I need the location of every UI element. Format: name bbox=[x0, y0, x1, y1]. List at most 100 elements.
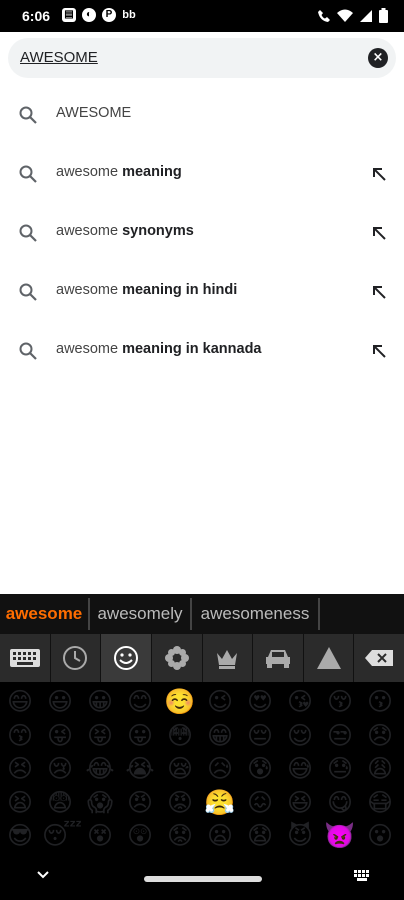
suggestion-item[interactable]: awesome meaning in hindi bbox=[0, 263, 404, 321]
emoji-key[interactable]: 😙 bbox=[2, 718, 38, 754]
emoji-key[interactable]: 😒 bbox=[322, 718, 358, 754]
search-input[interactable]: AWESOME bbox=[20, 49, 98, 66]
search-icon bbox=[19, 283, 37, 301]
tab-nature[interactable] bbox=[151, 634, 203, 682]
call-icon bbox=[318, 9, 330, 22]
emoji-key[interactable]: 👿 bbox=[322, 818, 358, 850]
tab-smileys[interactable] bbox=[101, 634, 152, 682]
emoji-keyboard: awesome awesomely awesomeness 😄 😃 😀 😊 ☺️… bbox=[0, 594, 404, 900]
pinterest-icon: P bbox=[102, 8, 116, 22]
car-icon bbox=[265, 650, 290, 668]
emoji-key[interactable]: 😩 bbox=[362, 751, 398, 787]
flower-icon bbox=[164, 646, 189, 670]
word-suggestion[interactable]: awesome bbox=[0, 594, 88, 634]
smiley-icon bbox=[114, 646, 139, 670]
emoji-key[interactable]: 😥 bbox=[202, 751, 238, 787]
backspace-button[interactable] bbox=[354, 634, 404, 682]
emoji-key[interactable]: 😍 bbox=[242, 684, 278, 720]
tab-objects[interactable] bbox=[202, 634, 254, 682]
emoji-category-tabs bbox=[0, 634, 404, 682]
tab-keyboard[interactable] bbox=[0, 634, 51, 682]
emoji-key[interactable]: 😂 bbox=[82, 751, 118, 787]
emoji-key[interactable]: 😤 bbox=[202, 785, 238, 821]
suggestion-item[interactable]: awesome meaning bbox=[0, 145, 404, 203]
emoji-key[interactable]: 😚 bbox=[322, 684, 358, 720]
emoji-key[interactable]: 😢 bbox=[42, 751, 78, 787]
emoji-key[interactable]: 😞 bbox=[362, 718, 398, 754]
emoji-key[interactable]: 😠 bbox=[122, 785, 158, 821]
emoji-key[interactable]: 😨 bbox=[42, 785, 78, 821]
emoji-key[interactable]: 😴 bbox=[42, 818, 82, 850]
suggestion-text: awesome meaning in kannada bbox=[56, 341, 262, 357]
word-suggestion-strip: awesome awesomely awesomeness bbox=[0, 594, 404, 634]
status-notification-icons: ▤ ◐ P bb bbox=[62, 8, 136, 22]
word-suggestion[interactable]: awesomeness bbox=[192, 594, 318, 634]
emoji-key[interactable]: 😖 bbox=[242, 785, 278, 821]
emoji-key[interactable]: 😣 bbox=[2, 751, 38, 787]
emoji-key[interactable]: 😵 bbox=[82, 818, 118, 850]
emoji-key[interactable]: 😝 bbox=[82, 718, 118, 754]
keyboard-icon bbox=[9, 649, 40, 667]
emoji-key[interactable]: 😃 bbox=[42, 684, 78, 720]
emoji-key[interactable]: 😱 bbox=[82, 785, 118, 821]
tab-travel[interactable] bbox=[253, 634, 304, 682]
emoji-key[interactable]: 😮 bbox=[362, 818, 398, 850]
clear-icon[interactable]: × bbox=[368, 48, 388, 68]
arrow-up-left-icon[interactable] bbox=[370, 283, 388, 301]
emoji-key[interactable]: 😎 bbox=[2, 818, 38, 850]
arrow-up-left-icon[interactable] bbox=[370, 165, 388, 183]
emoji-key[interactable]: ☺️ bbox=[162, 684, 198, 720]
emoji-key[interactable]: 😭 bbox=[122, 751, 158, 787]
emoji-key[interactable]: 😅 bbox=[282, 751, 318, 787]
emoji-key[interactable]: 😋 bbox=[322, 785, 358, 821]
battery-icon bbox=[379, 8, 388, 23]
emoji-key[interactable]: 😁 bbox=[202, 718, 238, 754]
wifi-icon bbox=[337, 9, 353, 22]
emoji-key[interactable]: 😰 bbox=[242, 751, 278, 787]
emoji-key[interactable]: 😘 bbox=[282, 684, 318, 720]
arrow-up-left-icon[interactable] bbox=[370, 342, 388, 360]
emoji-key[interactable]: 😫 bbox=[2, 785, 38, 821]
arrow-up-left-icon[interactable] bbox=[370, 224, 388, 242]
emoji-key[interactable]: 😌 bbox=[282, 718, 318, 754]
home-handle[interactable] bbox=[144, 876, 262, 882]
emoji-key[interactable]: 😷 bbox=[362, 785, 398, 821]
suggestion-item[interactable]: awesome meaning in kannada bbox=[0, 322, 404, 380]
emoji-key[interactable]: 😜 bbox=[42, 718, 78, 754]
emoji-key[interactable]: 😦 bbox=[202, 818, 238, 850]
crown-icon bbox=[217, 650, 238, 669]
status-bar: 6:06 ▤ ◐ P bb bbox=[0, 0, 404, 32]
emoji-key[interactable]: 😪 bbox=[162, 751, 198, 787]
emoji-key[interactable]: 😳 bbox=[162, 718, 198, 754]
emoji-key[interactable]: 😡 bbox=[162, 785, 198, 821]
emoji-key[interactable]: 😈 bbox=[282, 818, 318, 850]
emoji-key[interactable]: 😔 bbox=[242, 718, 278, 754]
tab-recent[interactable] bbox=[50, 634, 102, 682]
strip-divider bbox=[318, 598, 320, 630]
emoji-key[interactable]: 😄 bbox=[2, 684, 38, 720]
search-icon bbox=[19, 342, 37, 360]
keyboard-switch-icon[interactable] bbox=[354, 870, 370, 882]
emoji-key[interactable]: 😆 bbox=[282, 785, 318, 821]
search-bar[interactable]: AWESOME × bbox=[8, 38, 396, 78]
emoji-key[interactable]: 😉 bbox=[202, 684, 238, 720]
emoji-key[interactable]: 😧 bbox=[242, 818, 278, 850]
emoji-key[interactable]: 😗 bbox=[362, 684, 398, 720]
suggestion-item[interactable]: awesome synonyms bbox=[0, 204, 404, 262]
triangle-icon bbox=[316, 647, 341, 669]
emoji-key[interactable]: 😀 bbox=[82, 684, 118, 720]
bb-icon: bb bbox=[122, 9, 136, 21]
signal-icon bbox=[360, 9, 372, 22]
search-icon bbox=[19, 165, 37, 183]
emoji-key[interactable]: 😲 bbox=[122, 818, 158, 850]
tab-symbols[interactable] bbox=[303, 634, 355, 682]
emoji-key[interactable]: 😊 bbox=[122, 684, 158, 720]
emoji-key[interactable]: 😟 bbox=[162, 818, 198, 850]
suggestion-item[interactable]: AWESOME bbox=[0, 86, 404, 144]
emoji-grid: 😄 😃 😀 😊 ☺️ 😉 😍 😘 😚 😗 😙 😜 😝 😛 😳 😁 😔 😌 😒 😞 😣 😢 😂 😭 😪 😥 😰 😅 😓 😩 😫 😨 😱 😠 😡 😤 😖 😆 😋… bbox=[0, 684, 404, 850]
emoji-key[interactable]: 😓 bbox=[322, 751, 358, 787]
word-suggestion[interactable]: awesomely bbox=[90, 594, 190, 634]
emoji-key[interactable]: 😛 bbox=[122, 718, 158, 754]
chevron-down-icon[interactable] bbox=[36, 868, 50, 882]
suggestion-text: awesome meaning bbox=[56, 164, 182, 180]
